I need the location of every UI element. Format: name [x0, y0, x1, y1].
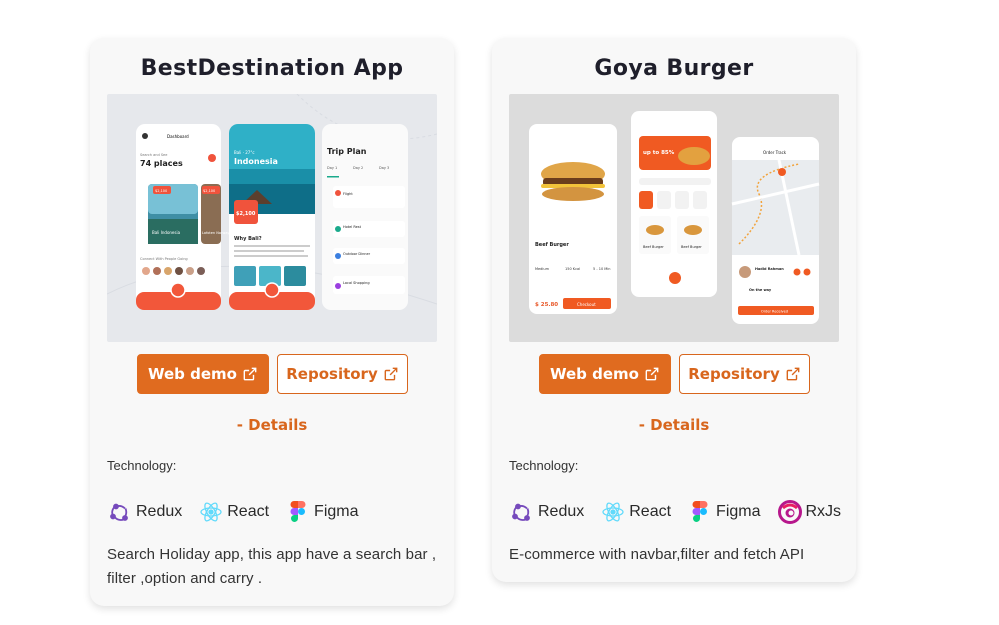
redux-icon: [110, 503, 128, 521]
phone1-card1: Bali Indonesia: [152, 230, 181, 235]
project-screenshot: Dashboard Search and See 74 places $2,10…: [107, 94, 437, 342]
phone1-price2: $2,100: [203, 189, 215, 193]
burger-spec1: Medium: [535, 267, 550, 271]
tech-react-label: React: [629, 503, 672, 520]
tech-figma-label: Figma: [716, 503, 761, 520]
tech-redux: Redux: [107, 499, 182, 525]
repository-label: Repository: [688, 365, 780, 383]
track-status: On the way: [749, 288, 772, 292]
phone3-day3: Day 3: [379, 166, 389, 170]
phone2-price: $2,100: [236, 211, 256, 217]
phone2-top: Bali · 27°c: [234, 150, 255, 155]
technology-list: Redux React Figma RxJs: [509, 497, 842, 527]
track-title: Order Track: [763, 150, 787, 155]
phone1-price1: $2,100: [155, 189, 167, 193]
phone3-day1: Day 1: [327, 166, 337, 170]
external-link-icon: [243, 367, 257, 381]
courier-name: Hadid Rahman: [755, 267, 784, 271]
project-card-goyaburger: Goya Burger Beef Burger Medium 150 Kcal …: [492, 38, 856, 582]
project-card-bestdestination: BestDestination App Dashboard Search and…: [90, 38, 454, 606]
phone1-footer: Connect With People Going: [140, 257, 188, 261]
web-demo-label: Web demo: [148, 365, 237, 383]
project-description: E-commerce with navbar,filter and fetch …: [509, 546, 805, 563]
repository-button[interactable]: Repository: [678, 354, 810, 394]
redux-icon: [512, 503, 530, 521]
react-icon: [602, 502, 624, 522]
burger-name: Beef Burger: [535, 242, 569, 248]
repository-button[interactable]: Repository: [276, 354, 408, 394]
menu-item1: Beef Burger: [643, 245, 664, 249]
phone1-header: Dashboard: [167, 134, 189, 139]
tech-figma: Figma: [687, 499, 761, 525]
tech-react: React: [600, 499, 671, 525]
tech-figma-label: Figma: [314, 503, 359, 520]
promo-text: up to 85%: [643, 150, 675, 156]
repository-label: Repository: [286, 365, 378, 383]
tech-redux: Redux: [509, 499, 584, 525]
web-demo-button[interactable]: Web demo: [136, 354, 269, 394]
technology-label: Technology:: [107, 458, 177, 473]
tech-redux-label: Redux: [136, 503, 183, 520]
external-link-icon: [384, 367, 398, 381]
phone3-day2: Day 2: [353, 166, 363, 170]
technology-label: Technology:: [509, 458, 579, 473]
rxjs-icon: [777, 500, 802, 524]
phone2-question: Why Bali?: [234, 236, 262, 242]
web-demo-label: Web demo: [550, 365, 639, 383]
phone1-count: 74 places: [140, 159, 183, 168]
burger-spec2: 150 Kcal: [565, 267, 580, 271]
phone2-title: Indonesia: [234, 157, 278, 166]
web-demo-button[interactable]: Web demo: [538, 354, 671, 394]
details-toggle[interactable]: - Details: [107, 415, 437, 435]
phone1-card2: Lofoten Norway: [202, 231, 230, 235]
phone3-title: Trip Plan: [327, 147, 367, 156]
technology-list: Redux React Figma: [107, 497, 437, 527]
details-toggle[interactable]: - Details: [509, 415, 839, 435]
burger-spec3: 5 - 10 Min: [593, 267, 611, 271]
phone3-item3: Outdoor Dinner: [343, 252, 371, 256]
project-title: BestDestination App: [140, 56, 404, 81]
phone3-item2: Hotel Rest: [343, 225, 362, 229]
phone3-item1: Flight: [343, 192, 353, 196]
burger-price: $ 25.80: [535, 302, 558, 308]
external-link-icon: [645, 367, 659, 381]
burger-checkout: Checkout: [577, 302, 596, 307]
figma-icon: [692, 501, 708, 522]
track-button: Order Received: [761, 310, 788, 314]
phone1-subtitle: Search and See: [140, 153, 167, 157]
figma-icon: [290, 501, 306, 522]
tech-redux-label: Redux: [538, 503, 585, 520]
external-link-icon: [786, 367, 800, 381]
project-description: Search Holiday app, this app have a sear…: [107, 546, 437, 587]
tech-rxjs-label: RxJs: [805, 503, 842, 520]
project-screenshot: Beef Burger Medium 150 Kcal 5 - 10 Min $…: [509, 94, 839, 342]
tech-react: React: [198, 499, 269, 525]
project-title: Goya Burger: [594, 56, 754, 81]
phone3-item4: Local Shopping: [343, 281, 370, 285]
tech-rxjs: RxJs: [777, 499, 842, 525]
menu-item2: Beef Burger: [681, 245, 702, 249]
react-icon: [200, 502, 222, 522]
tech-react-label: React: [227, 503, 270, 520]
tech-figma: Figma: [285, 499, 359, 525]
